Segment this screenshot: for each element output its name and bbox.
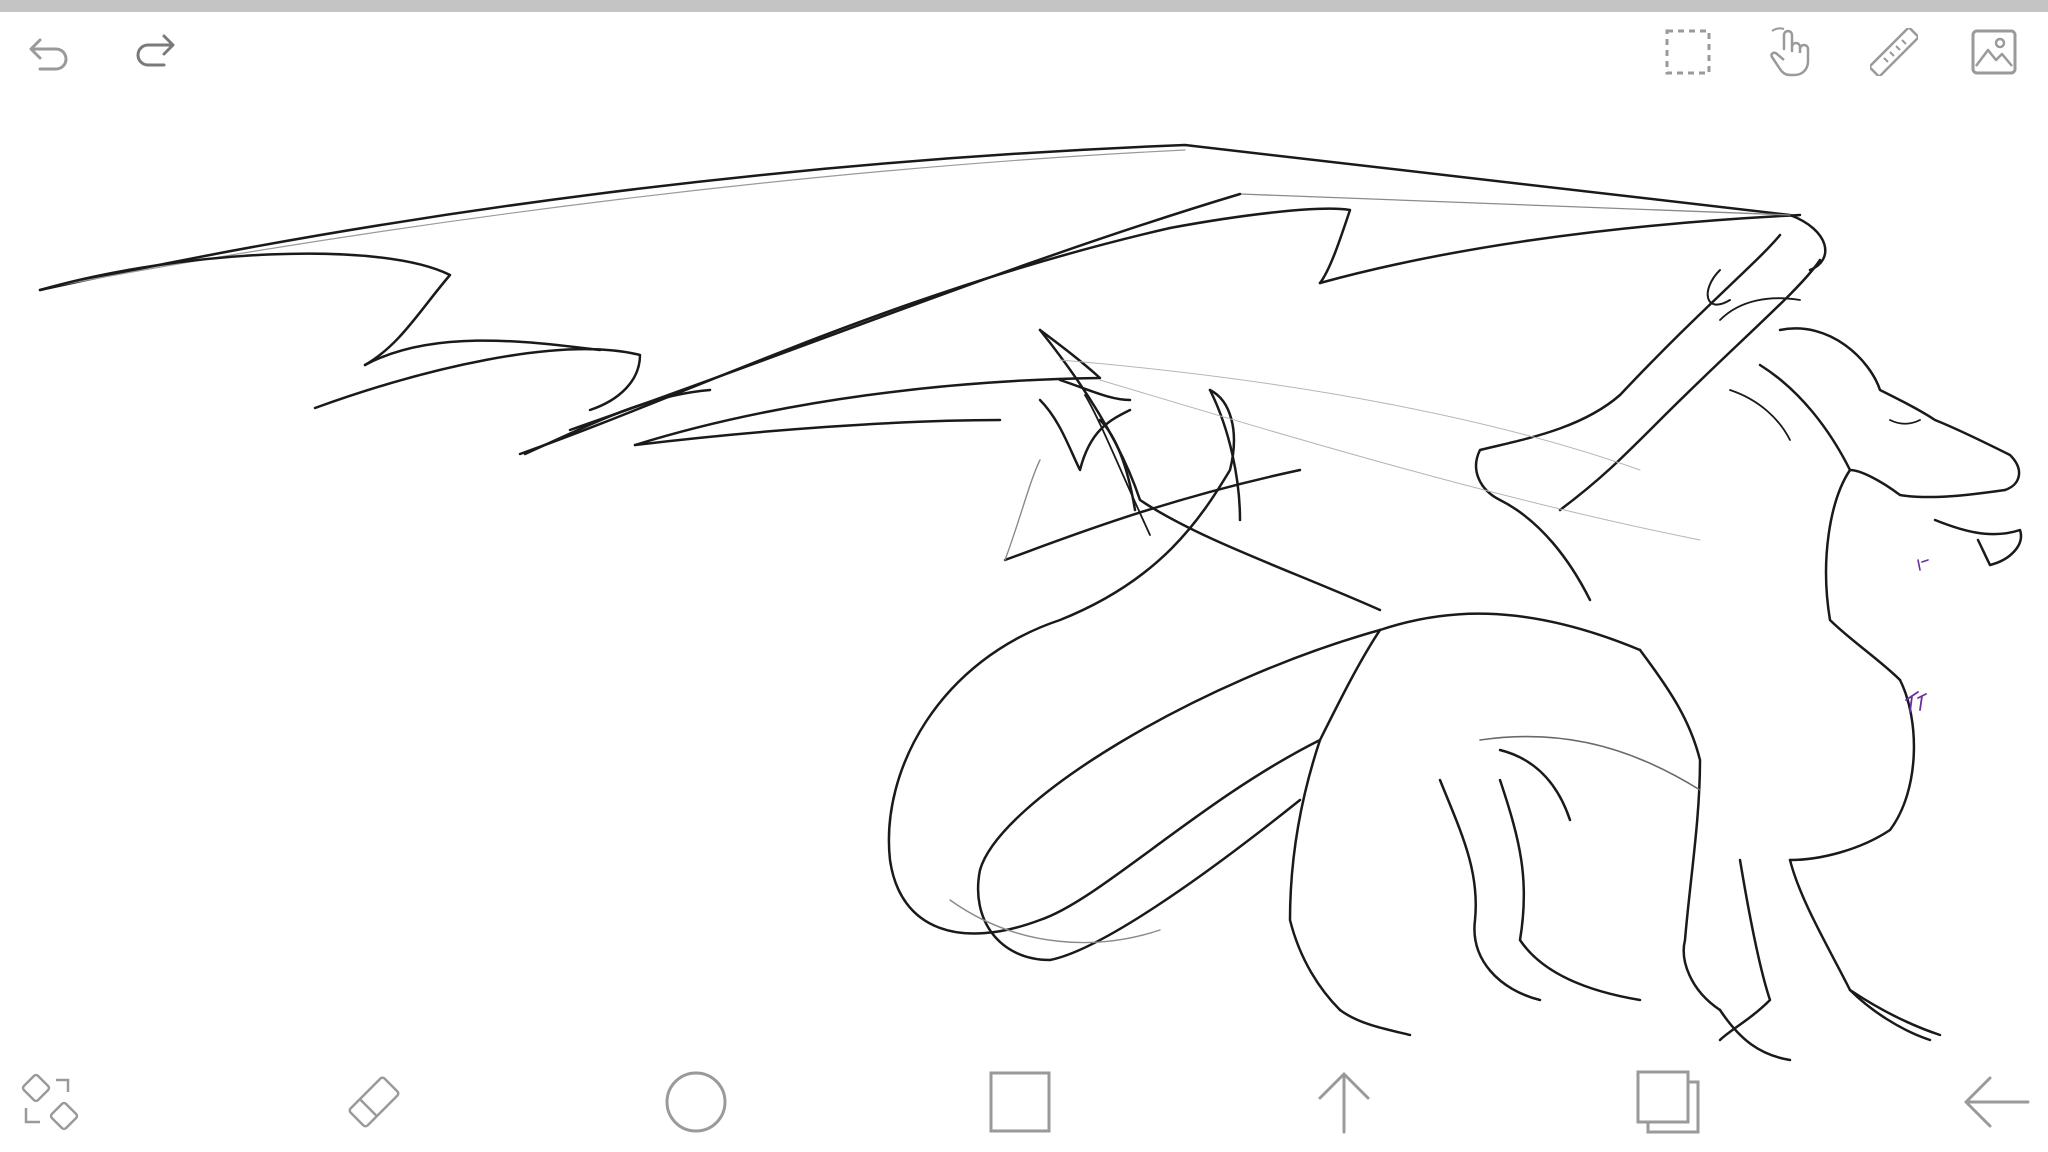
transform-tool-button[interactable] bbox=[14, 1070, 86, 1134]
drawing-canvas[interactable] bbox=[0, 110, 2048, 1070]
image-icon bbox=[1971, 29, 2017, 75]
hand-touch-icon bbox=[1770, 27, 1810, 77]
dragon-line-art bbox=[38, 143, 2023, 1062]
select-tool-button[interactable] bbox=[1660, 24, 1716, 80]
arrow-left-icon bbox=[1964, 1076, 2030, 1128]
layers-icon bbox=[1636, 1070, 1700, 1134]
back-button[interactable] bbox=[1956, 1066, 2036, 1138]
ruler-icon bbox=[1870, 28, 1918, 76]
status-strip bbox=[0, 0, 2048, 12]
ruler-tool-button[interactable] bbox=[1866, 24, 1922, 80]
marquee-select-icon bbox=[1665, 29, 1711, 75]
undo-button[interactable] bbox=[22, 28, 78, 76]
eraser-icon bbox=[348, 1076, 400, 1128]
redo-icon bbox=[136, 34, 175, 67]
arrow-up-tool-button[interactable] bbox=[1308, 1066, 1380, 1138]
layers-button[interactable] bbox=[1632, 1066, 1704, 1138]
arrow-up-icon bbox=[1318, 1072, 1370, 1134]
ellipse-tool-button[interactable] bbox=[660, 1066, 732, 1138]
circle-icon bbox=[665, 1071, 727, 1133]
transform-icon bbox=[21, 1073, 79, 1131]
touch-tool-button[interactable] bbox=[1762, 24, 1818, 80]
image-tool-button[interactable] bbox=[1966, 24, 2022, 80]
square-icon bbox=[989, 1071, 1051, 1133]
eraser-tool-button[interactable] bbox=[338, 1070, 410, 1134]
rectangle-tool-button[interactable] bbox=[984, 1066, 1056, 1138]
redo-button[interactable] bbox=[126, 26, 182, 74]
undo-icon bbox=[29, 38, 68, 71]
